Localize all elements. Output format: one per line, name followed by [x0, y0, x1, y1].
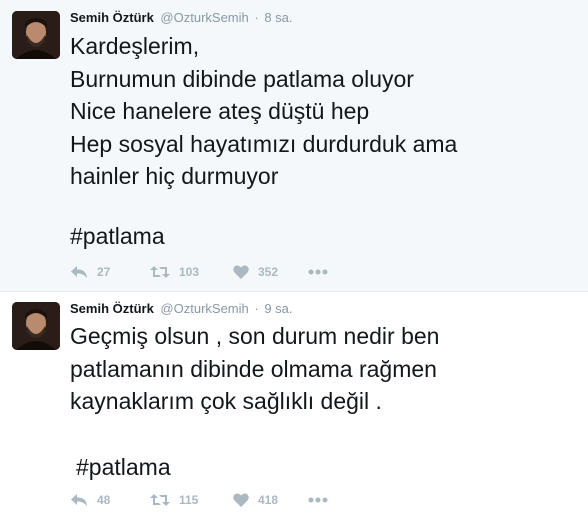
retweet-count: 103: [179, 265, 200, 279]
reply-count: 27: [97, 265, 111, 279]
heart-icon: [233, 265, 249, 279]
tweet-actions: 48 115 418: [70, 490, 338, 510]
like-button[interactable]: 352: [233, 265, 308, 279]
reply-button[interactable]: 27: [70, 265, 150, 279]
like-button[interactable]: 418: [233, 493, 308, 507]
retweet-count: 115: [179, 493, 199, 507]
avatar[interactable]: [12, 11, 60, 59]
tweet-text: Kardeşlerim, Burnumun dibinde patlama ol…: [70, 33, 458, 189]
hashtag-link[interactable]: #patlama: [70, 220, 165, 252]
tweet-header: Semih Öztürk @OzturkSemih · 9 sa.: [70, 301, 293, 317]
tweet-header: Semih Öztürk @OzturkSemih · 8 sa.: [70, 10, 293, 26]
more-button[interactable]: [308, 497, 338, 503]
separator: ·: [254, 301, 259, 316]
author-handle[interactable]: @OzturkSemih: [160, 10, 248, 25]
reply-icon: [70, 493, 88, 507]
like-count: 418: [258, 493, 279, 507]
tweet-text: Geçmiş olsun , son durum nedir ben patla…: [70, 323, 440, 414]
tweet[interactable]: Semih Öztürk @OzturkSemih · 9 sa. Geçmiş…: [0, 292, 588, 519]
like-count: 352: [258, 265, 279, 279]
separator: ·: [254, 10, 259, 25]
retweet-icon: [150, 493, 170, 507]
author-name[interactable]: Semih Öztürk: [70, 301, 154, 316]
reply-icon: [70, 265, 88, 279]
author-handle[interactable]: @OzturkSemih: [160, 301, 248, 316]
more-dots-icon: [308, 497, 328, 503]
author-name[interactable]: Semih Öztürk: [70, 10, 154, 25]
timestamp[interactable]: 9 sa.: [264, 301, 292, 316]
tweet[interactable]: Semih Öztürk @OzturkSemih · 8 sa. Kardeş…: [0, 0, 588, 292]
reply-count: 48: [97, 493, 111, 507]
reply-button[interactable]: 48: [70, 493, 150, 507]
heart-icon: [233, 493, 249, 507]
tweet-actions: 27 103 352: [70, 262, 338, 282]
more-button[interactable]: [308, 269, 338, 275]
retweet-icon: [150, 265, 170, 279]
avatar[interactable]: [12, 302, 60, 350]
hashtag-link[interactable]: #patlama: [76, 451, 171, 483]
timestamp[interactable]: 8 sa.: [264, 10, 292, 25]
retweet-button[interactable]: 103: [150, 265, 233, 279]
more-dots-icon: [308, 269, 328, 275]
retweet-button[interactable]: 115: [150, 493, 233, 507]
